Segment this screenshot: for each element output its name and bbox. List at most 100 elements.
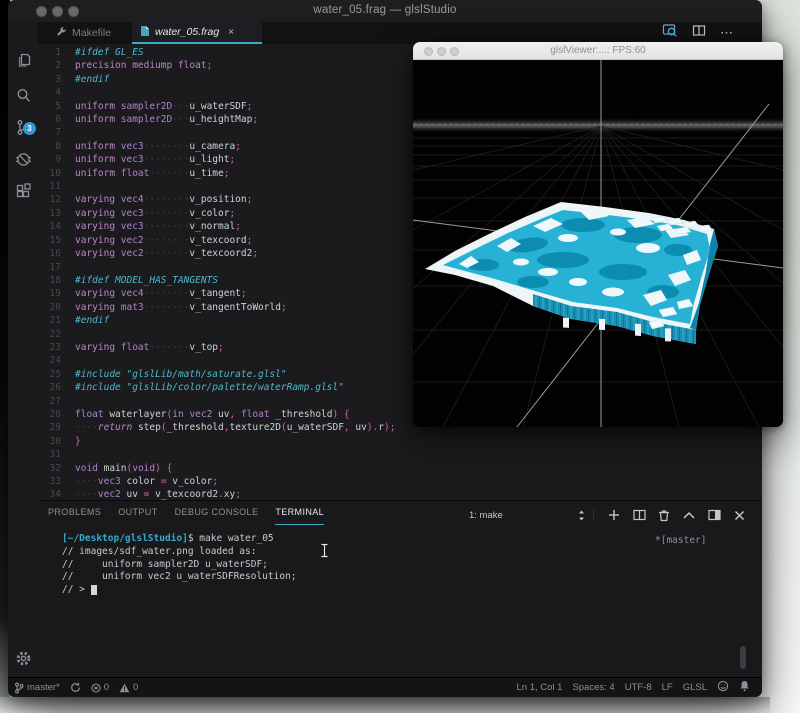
viewer-canvas[interactable] bbox=[413, 60, 783, 427]
terminal-select-label: 1: make bbox=[469, 509, 503, 521]
viewer-title: glslViewer:...: FPS:60 bbox=[550, 45, 646, 56]
search-icon[interactable] bbox=[10, 82, 36, 108]
warning-count: 0 bbox=[133, 682, 139, 693]
code-line[interactable]: 32 void main(void) { bbox=[38, 462, 762, 475]
scm-badge: 3 bbox=[23, 122, 36, 135]
line-number: 21 bbox=[49, 315, 61, 327]
branch-status[interactable]: master* bbox=[14, 682, 60, 694]
tab-terminal[interactable]: TERMINAL bbox=[275, 507, 325, 525]
bottom-panel: PROBLEMS OUTPUT DEBUG CONSOLE TERMINAL 1… bbox=[38, 500, 762, 677]
window-titlebar[interactable]: water_05.frag — glslStudio bbox=[8, 0, 762, 23]
line-number: 8 bbox=[55, 140, 61, 152]
language-mode[interactable]: GLSL bbox=[683, 682, 707, 693]
line-number: 16 bbox=[49, 248, 61, 260]
line-number: 28 bbox=[49, 408, 61, 420]
eol[interactable]: LF bbox=[662, 682, 673, 693]
terminal-toolbar: 1: make bbox=[469, 505, 746, 525]
open-preview-icon[interactable] bbox=[662, 23, 678, 43]
line-number: 6 bbox=[55, 114, 61, 126]
window-title: water_05.frag — glslStudio bbox=[313, 4, 457, 16]
line-number: 32 bbox=[49, 462, 61, 474]
cursor-position[interactable]: Ln 1, Col 1 bbox=[516, 682, 562, 693]
line-number: 23 bbox=[49, 341, 61, 353]
extensions-icon[interactable] bbox=[10, 178, 36, 204]
tab-problems[interactable]: PROBLEMS bbox=[48, 507, 101, 525]
terminal-line[interactable]: // uniform sampler2D u_waterSDF; bbox=[48, 559, 297, 572]
tab-output[interactable]: OUTPUT bbox=[118, 507, 157, 525]
tab-label: water_05.frag bbox=[155, 26, 220, 38]
warning-icon bbox=[119, 683, 130, 692]
status-bar: master* 0 0 Ln 1, Col 1 Spaces: 4 UTF-8 … bbox=[8, 677, 762, 697]
glslviewer-window: glslViewer:...: FPS:60 bbox=[413, 42, 783, 427]
line-number: 31 bbox=[49, 449, 61, 461]
error-count: 0 bbox=[103, 682, 110, 693]
tab-bar: Makefile water_05.frag × ⋯ bbox=[38, 22, 762, 44]
error-status[interactable]: 0 bbox=[91, 682, 109, 693]
line-number: 22 bbox=[49, 328, 61, 340]
gear-icon[interactable] bbox=[10, 645, 36, 671]
bell-icon[interactable] bbox=[739, 680, 750, 695]
maximize-panel-icon[interactable] bbox=[682, 508, 696, 522]
tab-debug-console[interactable]: DEBUG CONSOLE bbox=[175, 507, 259, 525]
sync-icon bbox=[70, 682, 80, 692]
activity-bar: 3 bbox=[8, 22, 38, 677]
terminal-line[interactable]: // images/sdf_water.png loaded as: bbox=[48, 546, 297, 559]
line-number: 24 bbox=[49, 355, 61, 367]
close-panel-icon[interactable] bbox=[732, 508, 746, 522]
line-number: 10 bbox=[49, 167, 61, 179]
scm-branch-name: [master] bbox=[660, 535, 707, 546]
more-actions-icon[interactable]: ⋯ bbox=[720, 25, 734, 41]
line-number: 18 bbox=[49, 274, 61, 286]
code-line[interactable]: 34 ····vec2 uv = v_texcoord2.xy; bbox=[38, 488, 762, 500]
line-number: 19 bbox=[49, 288, 61, 300]
terminal-scrollbar[interactable] bbox=[740, 646, 746, 669]
line-number: 25 bbox=[49, 368, 61, 380]
git-branch-icon bbox=[15, 682, 24, 693]
code-line[interactable]: 30} bbox=[38, 435, 762, 448]
kill-terminal-icon[interactable] bbox=[657, 508, 671, 522]
line-number: 17 bbox=[49, 261, 61, 273]
error-icon bbox=[91, 682, 101, 693]
split-terminal-icon[interactable] bbox=[632, 508, 646, 522]
line-number: 4 bbox=[55, 87, 61, 99]
desktop: water_05.frag — glslStudio 3 Makefile wa… bbox=[0, 0, 800, 713]
wrench-icon bbox=[56, 26, 67, 40]
line-number: 11 bbox=[49, 181, 61, 193]
sync-status[interactable] bbox=[70, 682, 81, 693]
feedback-smiley-icon[interactable] bbox=[717, 680, 729, 695]
debug-disabled-icon[interactable] bbox=[10, 146, 36, 172]
line-number: 20 bbox=[49, 301, 61, 313]
close-tab-icon[interactable]: × bbox=[228, 27, 234, 38]
panel-layout-icon[interactable] bbox=[707, 508, 721, 522]
line-number: 13 bbox=[49, 207, 61, 219]
line-number: 5 bbox=[55, 100, 61, 112]
indentation[interactable]: Spaces: 4 bbox=[572, 682, 614, 693]
warning-status[interactable]: 0 bbox=[119, 682, 138, 693]
line-number: 30 bbox=[49, 435, 61, 447]
code-line[interactable]: 31 bbox=[38, 448, 762, 461]
line-number: 33 bbox=[49, 476, 61, 487]
line-number: 1 bbox=[55, 47, 61, 58]
line-number: 3 bbox=[55, 73, 61, 85]
tab-makefile[interactable]: Makefile bbox=[48, 22, 111, 44]
mouse-ibeam-cursor bbox=[321, 543, 328, 558]
new-terminal-icon[interactable] bbox=[607, 508, 621, 522]
split-editor-icon[interactable] bbox=[692, 24, 706, 42]
terminal-select[interactable]: 1: make bbox=[469, 509, 594, 521]
branch-label: master* bbox=[27, 682, 60, 693]
terminal-output[interactable]: [~/Desktop/glslStudio]$ make water_05// … bbox=[48, 533, 297, 597]
line-number: 34 bbox=[49, 489, 61, 500]
horizon-band bbox=[413, 117, 783, 133]
panel-tabs: PROBLEMS OUTPUT DEBUG CONSOLE TERMINAL bbox=[48, 507, 325, 525]
explorer-icon[interactable] bbox=[10, 47, 36, 73]
line-number: 26 bbox=[49, 382, 61, 394]
tab-water-05-frag[interactable]: water_05.frag × bbox=[132, 22, 262, 44]
terminal-line[interactable]: [~/Desktop/glslStudio]$ make water_05 bbox=[48, 533, 297, 546]
code-line[interactable]: 33 ····vec3 color = v_color; bbox=[38, 475, 762, 488]
encoding[interactable]: UTF-8 bbox=[625, 682, 652, 693]
viewer-titlebar[interactable]: glslViewer:...: FPS:60 bbox=[413, 42, 783, 60]
line-number: 12 bbox=[49, 194, 61, 206]
terminal-line[interactable]: // > bbox=[48, 584, 297, 597]
line-number: 2 bbox=[55, 60, 61, 72]
terminal-line[interactable]: // uniform vec2 u_waterSDFResolution; bbox=[48, 571, 297, 584]
